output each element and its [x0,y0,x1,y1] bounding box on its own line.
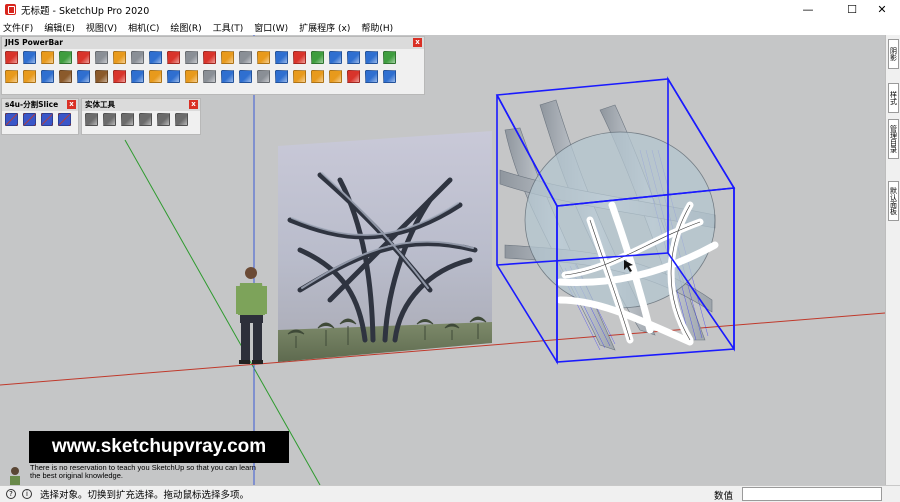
orange-tile3-icon[interactable] [329,70,342,83]
grey-square-icon[interactable] [185,51,198,64]
orange-tile2-icon[interactable] [311,70,324,83]
grey-square2-icon[interactable] [203,70,216,83]
menu-file[interactable]: 文件(F) [3,21,33,34]
close-toolbar-button[interactable]: x [413,38,422,47]
info-icon[interactable]: i [22,489,32,499]
help-icon[interactable]: ? [6,489,16,499]
orange-triangle-icon[interactable] [5,70,18,83]
orange-cog-icon[interactable] [113,51,126,64]
brown-bucket-icon[interactable] [59,70,72,83]
solid-tools-toolbar: 实体工具 x [81,98,201,135]
tray-tab-shadows[interactable]: 阴影 [888,39,899,69]
sculpture-model[interactable] [499,99,719,351]
close-toolbar-button[interactable]: x [67,100,76,109]
toolbar-title: 实体工具 x [82,99,200,111]
blue-swap-icon[interactable] [131,70,144,83]
menu-view[interactable]: 视图(V) [86,21,117,34]
red-box-icon[interactable] [5,51,18,64]
close-window-button[interactable]: ✕ [864,0,900,19]
slice-icon-2[interactable] [22,113,36,126]
blue-cross-icon[interactable] [329,51,342,64]
title-bar: 无标题 - SketchUp Pro 2020 — ☐ ✕ [0,0,900,19]
red-cross-icon[interactable] [293,51,306,64]
grey-cog-icon[interactable] [131,51,144,64]
outer-shell-icon[interactable] [85,113,98,126]
slice-icon-1[interactable] [5,113,18,126]
red-square-icon[interactable] [167,51,180,64]
blue-mesh-icon[interactable] [167,70,180,83]
minimize-button[interactable]: — [790,0,826,19]
grey-grid-icon[interactable] [257,70,270,83]
union-icon[interactable] [121,113,134,126]
slice-toolbar: s4u-分割Slice x [1,98,79,135]
blue-target-icon[interactable] [383,70,396,83]
menu-camera[interactable]: 相机(C) [128,21,159,34]
toolbar-title: s4u-分割Slice x [2,99,78,111]
orange-chain-icon[interactable] [257,51,270,64]
slice-icon-4[interactable] [58,113,71,126]
blue-grid4-icon[interactable] [275,70,288,83]
measurements-input[interactable] [742,487,882,501]
menu-bar: 文件(F) 编辑(E) 视图(V) 相机(C) 绘图(R) 工具(T) 窗口(W… [0,19,900,35]
blue-pen-icon[interactable] [365,70,378,83]
measurements-label: 数值 [714,491,734,502]
red-dots-icon[interactable] [347,70,360,83]
watermark-banner: www.sketchupvray.com [29,431,289,463]
red-face-icon[interactable] [77,51,90,64]
green-cone-icon[interactable] [383,51,396,64]
blue-surface-icon[interactable] [149,51,162,64]
menu-draw[interactable]: 绘图(R) [170,21,201,34]
close-toolbar-button[interactable]: x [189,100,198,109]
menu-window[interactable]: 窗口(W) [254,21,288,34]
status-bar: ? i 选择对象。切换到扩充选择。拖动鼠标选择多项。 数值 [0,485,900,502]
right-tray: 阴影 样式 管理目录 默认面板 [885,35,900,485]
orange-cubes-icon[interactable] [221,51,234,64]
green-box-icon[interactable] [59,51,72,64]
orange-gear-icon[interactable] [185,70,198,83]
scale-figure[interactable] [236,267,267,364]
blue-rotate-icon[interactable] [41,70,54,83]
orange-tile-icon[interactable] [293,70,306,83]
blue-move-icon[interactable] [77,70,90,83]
slice-icon-3[interactable] [40,113,54,126]
blue-chain-icon[interactable] [275,51,288,64]
red-flag-icon[interactable] [203,51,216,64]
subtract-icon[interactable] [139,113,152,126]
brown-can-icon[interactable] [95,70,108,83]
toolbar-title: JHS PowerBar x [2,37,424,49]
orange-rotate-icon[interactable] [23,70,36,83]
green-cross-icon[interactable] [311,51,324,64]
grey-face-icon[interactable] [95,51,108,64]
red-magnet-icon[interactable] [113,70,126,83]
sketchup-logo-icon [5,4,16,15]
window-title: 无标题 - SketchUp Pro 2020 [21,5,150,17]
orange-mesh-icon[interactable] [149,70,162,83]
trim-icon[interactable] [157,113,170,126]
watermark-note: There is no reservation to teach you Ske… [30,463,256,480]
menu-edit[interactable]: 编辑(E) [44,21,75,34]
split-icon[interactable] [175,113,188,126]
menu-tools[interactable]: 工具(T) [213,21,244,34]
menu-help[interactable]: 帮助(H) [361,21,393,34]
jhs-powerbar-toolbar: JHS PowerBar x [1,36,425,95]
orange-box-icon[interactable] [41,51,54,64]
tray-tab-outliner[interactable]: 管理目录 [888,119,899,159]
tray-tab-styles[interactable]: 样式 [888,83,899,113]
status-text: 选择对象。切换到扩充选择。拖动鼠标选择多项。 [40,490,250,501]
presenter-figure-icon [10,467,20,485]
blue-grid3-icon[interactable] [239,70,252,83]
blue-grid-icon[interactable] [347,51,360,64]
grey-link-icon[interactable] [239,51,252,64]
blue-cone-icon[interactable] [365,51,378,64]
reference-photo[interactable] [278,131,492,362]
blue-box-icon[interactable] [23,51,36,64]
intersect-icon[interactable] [103,113,116,126]
blue-grid2-icon[interactable] [221,70,234,83]
tray-tab-default[interactable]: 默认面板 [888,181,899,221]
modeling-viewport[interactable]: JHS PowerBar x s4u-分割Slice x 实体工具 x www.… [0,35,885,485]
menu-extensions[interactable]: 扩展程序 (x) [299,21,350,34]
